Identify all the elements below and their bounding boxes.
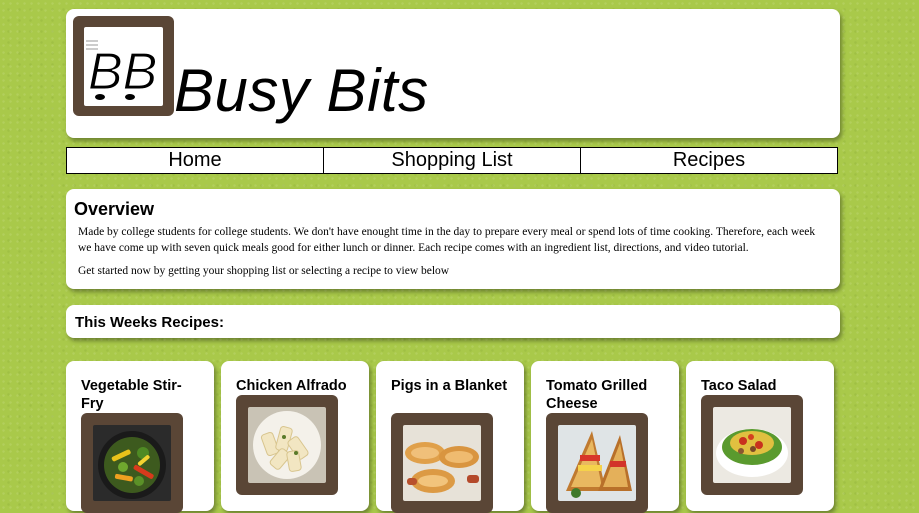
site-title[interactable]: Busy Bits [174,61,429,121]
nav-home[interactable]: Home [67,148,323,173]
pasta-photo[interactable] [248,407,326,483]
grilled-cheese-photo[interactable] [558,425,636,501]
overview-title: Overview [74,199,155,219]
recipe-card-chicken-alfrado[interactable]: Chicken Alfrado [221,361,369,511]
overview-paragraph: Made by college students for college stu… [78,226,816,254]
recipes-header: This Weeks Recipes: [66,305,840,338]
recipe-title[interactable]: Pigs in a Blanket [391,377,511,395]
main-nav: Home Shopping List Recipes [66,147,838,174]
recipe-image-frame[interactable] [546,413,648,513]
nav-shopping-list[interactable]: Shopping List [323,148,580,173]
recipe-title[interactable]: Chicken Alfrado [236,377,356,395]
recipe-image-frame[interactable] [391,413,493,513]
recipe-image-frame[interactable] [236,395,338,495]
overview-panel: Overview Made by college students for co… [66,189,840,289]
recipe-title[interactable]: Tomato Grilled Cheese [546,377,666,413]
recipes-title: This Weeks Recipes: [75,314,224,331]
recipe-title[interactable]: Vegetable Stir-Fry [81,377,201,413]
taco-salad-photo[interactable] [713,407,791,483]
recipe-card-vegetable-stir-fry[interactable]: Vegetable Stir-Fry [66,361,214,513]
logo-image: BB [84,27,163,106]
recipe-image-frame[interactable] [81,413,183,513]
site-header: BB Busy Bits [66,9,840,138]
stir-fry-photo[interactable] [93,425,171,501]
overview-cta: Get started now by getting your shopping… [78,265,450,277]
recipe-card-tomato-grilled-cheese[interactable]: Tomato Grilled Cheese [531,361,679,513]
nav-recipes[interactable]: Recipes [580,148,837,173]
logo-letters: BB [88,43,157,101]
recipe-image-frame[interactable] [701,395,803,495]
pigs-in-blanket-photo[interactable] [403,425,481,501]
site-logo[interactable]: BB [73,16,174,116]
recipe-title[interactable]: Taco Salad [701,377,821,395]
recipe-card-pigs-in-a-blanket[interactable]: Pigs in a Blanket [376,361,524,513]
recipe-card-taco-salad[interactable]: Taco Salad [686,361,834,511]
